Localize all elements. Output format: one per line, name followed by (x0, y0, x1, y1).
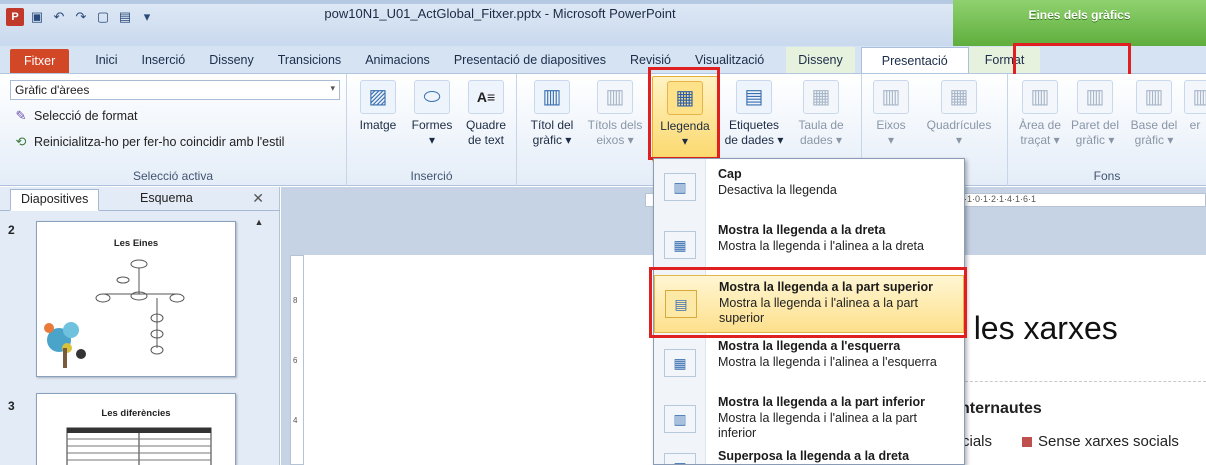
format-brush-icon: ✎ (15, 108, 27, 123)
data-table-button[interactable]: ▦ Taula de dades ▾ (789, 78, 853, 148)
tab-slideshow[interactable]: Presentació de diapositives (442, 47, 618, 73)
tab-file[interactable]: Fitxer (10, 49, 70, 73)
picture-icon: ▨ (360, 80, 396, 114)
group-current-selection: Gràfic d'àrees ▾ ✎ Selecció de format ⟲ … (0, 74, 347, 186)
close-icon[interactable]: ✕ (252, 190, 264, 207)
group-insert: ▨ Imatge ⬭ Formes ▾ A≡ Quadre de text In… (347, 74, 517, 186)
reset-style-icon: ⟲ (15, 134, 27, 149)
group-label-background: Fons (1093, 169, 1121, 183)
contextual-tools-band (953, 0, 1206, 46)
axes-button[interactable]: ▥ Eixos ▾ (866, 78, 916, 148)
group-background: ▥ Àrea de traçat ▾ ▥ Paret del gràfic ▾ … (1008, 74, 1206, 186)
chart-floor-icon: ▥ (1136, 80, 1172, 114)
tab-outline[interactable]: Esquema (130, 189, 203, 211)
panel-scrollbar[interactable]: ▲ (253, 217, 265, 463)
legend-entry: Sense xarxes socials (1022, 433, 1179, 450)
chart-wall-button[interactable]: ▥ Paret del gràfic ▾ (1066, 78, 1124, 148)
group-label-selection: Selecció activa (132, 169, 214, 183)
slide-title[interactable]: e les xarxes (947, 310, 1118, 347)
tab-animations[interactable]: Animacions (353, 47, 442, 73)
chart-floor-button[interactable]: ▥ Base del gràfic ▾ (1126, 78, 1182, 148)
insert-textbox-button[interactable]: A≡ Quadre de text (459, 78, 513, 148)
menu-item-legend-right[interactable]: ▦ Mostra la llegenda a la dreta Mostra l… (654, 219, 964, 271)
chart-elements-dropdown[interactable]: Gràfic d'àrees ▾ (10, 80, 340, 100)
slide-number: 3 (8, 399, 15, 413)
chart-elements-value: Gràfic d'àrees (15, 83, 90, 97)
legend-swatch (1022, 436, 1032, 447)
window-title: pow10N1_U01_ActGlobal_Fitxer.pptx - Micr… (324, 6, 676, 21)
shapes-icon: ⬭ (414, 80, 450, 114)
data-table-icon: ▦ (803, 80, 839, 114)
plot-area-icon: ▥ (1022, 80, 1058, 114)
menu-item-legend-overlay-right[interactable]: ▦ Superposa la llegenda a la dreta (654, 447, 964, 464)
vertical-ruler: 8 6 4 (290, 255, 304, 465)
format-selection-button[interactable]: ✎ Selecció de format (12, 108, 138, 124)
legend-label: cials (962, 433, 993, 450)
legend-entry: cials (962, 433, 992, 450)
chart-title-button[interactable]: ▥ Títol del gràfic ▾ (523, 78, 581, 148)
legend-label: Sense xarxes socials (1038, 433, 1179, 450)
chart-wall-icon: ▥ (1077, 80, 1113, 114)
axis-titles-button[interactable]: ▥ Títols dels eixos ▾ (581, 78, 649, 148)
slide-thumbnail[interactable]: Les Eines (36, 221, 236, 377)
tab-slides[interactable]: Diapositives (10, 189, 100, 211)
reset-style-button[interactable]: ⟲ Reinicialitza-ho per fer-ho coincidir … (12, 134, 285, 150)
rotation-button[interactable]: ▥ er (1184, 78, 1206, 133)
slide-thumbnail[interactable]: Les diferències (36, 393, 236, 465)
no-legend-icon: ▥ (664, 173, 696, 201)
contextual-tools-label: Eines dels gràfics (1028, 8, 1131, 22)
insert-shapes-button[interactable]: ⬭ Formes ▾ (405, 78, 459, 148)
chart-title-icon: ▥ (534, 80, 570, 114)
insert-picture-button[interactable]: ▨ Imatge (353, 78, 403, 133)
ribbon: Gràfic d'àrees ▾ ✎ Selecció de format ⟲ … (0, 67, 1206, 186)
data-labels-icon: ▤ (736, 80, 772, 114)
group-label-insert: Inserció (410, 169, 453, 183)
ruler-mark: 6 (293, 356, 298, 365)
tab-home[interactable]: Inici (83, 47, 129, 73)
horizontal-ruler: ·1·0·1·2·1·4·1·6·1 (960, 193, 1206, 207)
chart-title[interactable]: nternautes (960, 400, 1042, 418)
data-labels-button[interactable]: ▤ Etiquetes de dades ▾ (721, 78, 787, 148)
tab-transitions[interactable]: Transicions (266, 47, 353, 73)
format-selection-label: Selecció de format (34, 109, 138, 123)
tab-chart-layout[interactable]: Presentació (860, 47, 969, 73)
legend-overlay-right-icon: ▦ (664, 453, 696, 464)
axis-titles-icon: ▥ (597, 80, 633, 114)
rotation-icon: ▥ (1184, 80, 1206, 114)
ruler-mark: 4 (293, 416, 298, 425)
plot-area-button[interactable]: ▥ Àrea de traçat ▾ (1014, 78, 1066, 148)
legend-bottom-icon: ▥ (664, 405, 696, 433)
tab-chart-design[interactable]: Disseny (786, 47, 855, 73)
menu-item-legend-left[interactable]: ▦ Mostra la llegenda a l'esquerra Mostra… (654, 337, 964, 389)
panel-tabs: Diapositives Esquema ✕ (0, 187, 280, 211)
gridlines-button[interactable]: ▦ Quadrícules ▾ (916, 78, 1002, 148)
slide-number: 2 (8, 223, 15, 237)
legend-right-icon: ▦ (664, 231, 696, 259)
reset-style-label: Reinicialitza-ho per fer-ho coincidir am… (34, 135, 285, 149)
ruler-mark: 8 (293, 296, 298, 305)
axes-icon: ▥ (873, 80, 909, 114)
title-bar: P ▣ ↶ ↷ ▢ ▤ ▾ pow10N1_U01_ActGlobal_Fitx… (0, 0, 1206, 46)
slide-diagram-graphic (44, 259, 185, 368)
menu-item-legend-bottom[interactable]: ▥ Mostra la llegenda a la part inferior … (654, 393, 964, 445)
slides-panel: Diapositives Esquema ✕ 2 Les Eines 3 Les… (0, 187, 280, 465)
slide-table-graphic (66, 427, 212, 465)
scroll-up-icon[interactable]: ▲ (253, 217, 265, 227)
gridlines-icon: ▦ (941, 80, 977, 114)
tab-insert[interactable]: Inserció (129, 47, 197, 73)
menu-item-legend-none[interactable]: ▥ Cap Desactiva la llegenda (654, 163, 964, 213)
annotation-box-legend-button (648, 67, 720, 160)
chevron-down-icon: ▾ (330, 83, 335, 93)
annotation-box-top-legend-option (649, 267, 967, 338)
chart-border (960, 381, 1206, 382)
tab-design[interactable]: Disseny (197, 47, 265, 73)
textbox-icon: A≡ (468, 80, 504, 114)
legend-left-icon: ▦ (664, 349, 696, 377)
